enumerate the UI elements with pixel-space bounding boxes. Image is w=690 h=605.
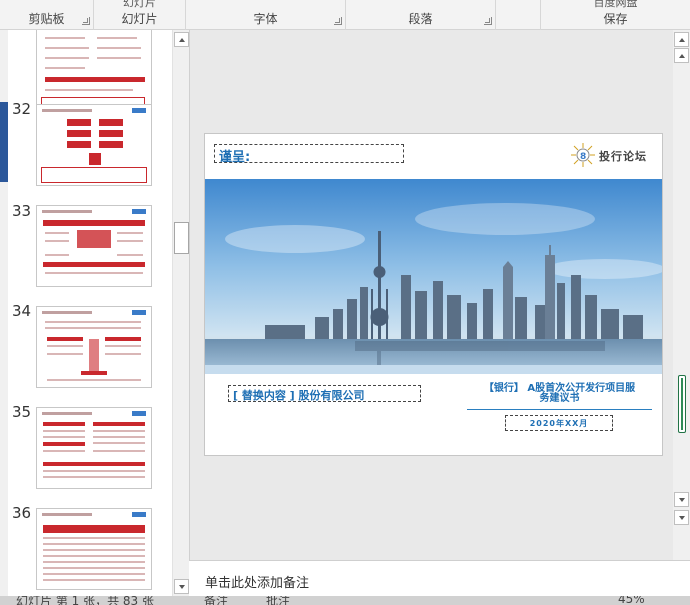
notes-pane[interactable]: 单击此处添加备注 <box>189 560 690 596</box>
baidu-netdisk-button[interactable]: 百度网盘 <box>581 0 650 10</box>
editor-scrollbar[interactable] <box>673 30 690 560</box>
brand-logo: 8 投行论坛 <box>569 142 659 168</box>
brand-burst-icon: 8 <box>571 143 595 167</box>
slide-thumbnail-pane[interactable]: 32 33 34 35 36 <box>8 30 172 596</box>
ribbon-group-save: 百度网盘 保存 <box>540 0 690 30</box>
window-edge <box>0 30 8 596</box>
ribbon-group-label: 剪贴板 <box>28 12 65 26</box>
company-placeholder[interactable]: [ 替换内容 ] 股份有限公司 <box>228 385 421 402</box>
company-name: [ 替换内容 ] 股份有限公司 <box>233 389 365 402</box>
scroll-down-icon[interactable] <box>674 510 689 525</box>
date-placeholder[interactable]: 2020年XX月 <box>505 415 613 431</box>
proposal-title-line2: 务建议书 <box>539 393 580 404</box>
dialog-launcher-icon[interactable] <box>334 17 342 25</box>
scroll-thumb[interactable] <box>678 375 686 433</box>
scroll-down-icon[interactable] <box>174 579 189 594</box>
slide-thumbnail[interactable] <box>36 306 152 388</box>
slide-canvas[interactable]: 谨呈: 8 投行论坛 [替换内容] 股份有限公司 【银行】 A股首次公开发行… <box>204 133 663 456</box>
brand-name: 投行论坛 <box>599 150 647 163</box>
new-slide-button[interactable]: 幻灯片 <box>94 0 185 10</box>
ribbon: 剪贴板 幻灯片 幻灯片 字体 段落 百度网盘 保存 <box>0 0 690 30</box>
dialog-launcher-icon[interactable] <box>484 17 492 25</box>
thumbnail-scrollbar[interactable] <box>172 30 189 596</box>
ribbon-group-paragraph: 段落 <box>346 0 496 30</box>
svg-text:8: 8 <box>580 152 586 162</box>
to-label: 谨呈: <box>219 150 251 165</box>
scroll-up-icon[interactable] <box>174 32 189 47</box>
zoom-level[interactable]: 45% <box>618 596 645 605</box>
ribbon-group-label: 保存 <box>603 12 628 26</box>
ribbon-group-label: 字体 <box>253 12 278 26</box>
scroll-up-icon[interactable] <box>674 32 689 47</box>
ribbon-group-font: 字体 <box>186 0 346 30</box>
slide-number: 36 <box>12 504 32 522</box>
ribbon-group-clipboard: 剪贴板 <box>0 0 94 30</box>
slide-count: 幻灯片 第 1 张，共 83 张 <box>16 596 154 605</box>
ribbon-group-label: 段落 <box>408 12 433 26</box>
ribbon-group-slides: 幻灯片 幻灯片 <box>94 0 186 30</box>
status-bar: 幻灯片 第 1 张，共 83 张 备注 批注 45% <box>0 596 690 605</box>
scroll-up-icon[interactable] <box>674 48 689 63</box>
slide-thumbnail[interactable] <box>36 407 152 489</box>
to-placeholder[interactable]: 谨呈: <box>214 144 404 165</box>
ribbon-group-label: 幻灯片 <box>121 12 158 26</box>
notes-placeholder[interactable]: 单击此处添加备注 <box>205 572 309 591</box>
slide-number: 32 <box>12 100 32 118</box>
window-accent <box>0 102 8 182</box>
slide-number: 33 <box>12 202 32 220</box>
date-text: 2020年XX月 <box>529 419 589 428</box>
city-skyline-image <box>205 179 662 374</box>
proposal-title[interactable]: 【银行】 A股首次公开发行项目服 务建议书 <box>467 384 652 410</box>
slide-thumbnail[interactable] <box>36 30 152 108</box>
dialog-launcher-icon[interactable] <box>82 17 90 25</box>
slide-number: 35 <box>12 403 32 421</box>
slide-number: 34 <box>12 302 32 320</box>
slide-thumbnail[interactable] <box>36 205 152 287</box>
slide-thumbnail[interactable] <box>36 104 152 186</box>
slide-thumbnail[interactable] <box>36 508 152 590</box>
comments-button[interactable]: 批注 <box>266 596 290 605</box>
scroll-down-icon[interactable] <box>674 492 689 507</box>
scroll-thumb[interactable] <box>174 222 189 254</box>
notes-button[interactable]: 备注 <box>204 596 228 605</box>
